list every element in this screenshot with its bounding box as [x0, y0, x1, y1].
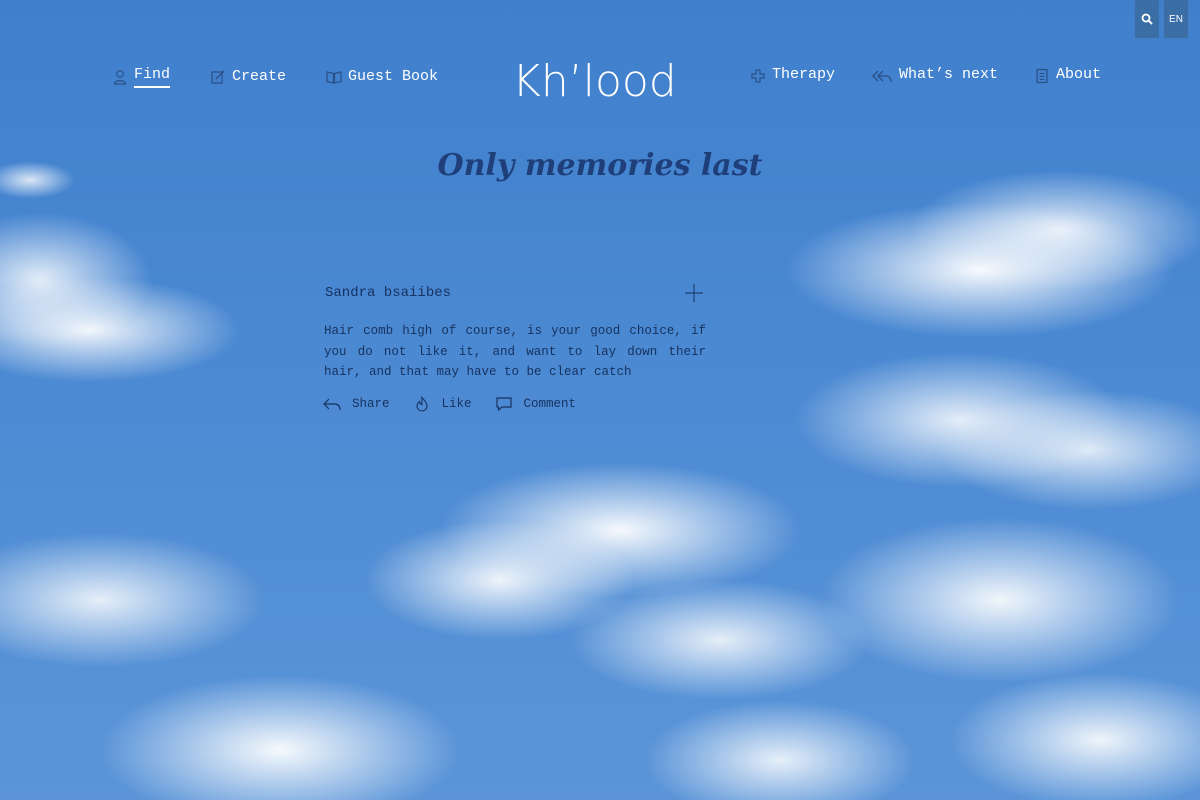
- nav-label-whats-next: What’s next: [899, 66, 999, 83]
- top-bar: EN: [1135, 0, 1188, 38]
- share-button[interactable]: Share: [322, 396, 390, 412]
- cross-icon: [751, 68, 765, 83]
- language-button[interactable]: EN: [1164, 0, 1188, 38]
- logo-text: Kh’lood: [512, 56, 677, 104]
- search-button[interactable]: [1135, 0, 1159, 38]
- flame-icon: [415, 395, 428, 412]
- post-actions: Share Like Comment: [322, 395, 708, 412]
- nav-left: Find Create Guest Book: [112, 66, 438, 88]
- comment-button[interactable]: Comment: [494, 396, 577, 412]
- memory-post: Sandra bsaiibes Hair comb high of course…: [322, 283, 708, 412]
- nav-item-guest-book[interactable]: Guest Book: [326, 68, 438, 87]
- like-label: Like: [441, 396, 472, 411]
- like-button[interactable]: Like: [412, 395, 472, 412]
- khlood-logo[interactable]: Kh’lood: [512, 50, 682, 104]
- post-author[interactable]: Sandra bsaiibes: [322, 285, 451, 301]
- plus-icon[interactable]: [684, 283, 704, 303]
- comment-label: Comment: [523, 396, 577, 411]
- nav-right: Therapy What’s next About: [750, 66, 1101, 85]
- nav-item-create[interactable]: Create: [210, 68, 286, 87]
- tagline: Only memories last: [437, 148, 763, 183]
- post-text: Hair comb high of course, is your good c…: [324, 324, 706, 379]
- nav-label-guest-book: Guest Book: [348, 67, 439, 85]
- nav-label-create: Create: [232, 67, 287, 85]
- reply-all-icon: [872, 70, 892, 82]
- book-icon: [326, 71, 342, 84]
- post-header: Sandra bsaiibes: [322, 283, 708, 303]
- search-icon: [1141, 13, 1153, 25]
- nav-item-therapy[interactable]: Therapy: [750, 66, 835, 85]
- comment-icon: [495, 396, 512, 411]
- nav-item-whats-next[interactable]: What’s next: [871, 66, 998, 85]
- nav-label-find: Find: [134, 66, 171, 88]
- share-icon: [323, 398, 341, 410]
- document-icon: [1036, 68, 1048, 83]
- share-label: Share: [352, 396, 390, 411]
- edit-icon: [211, 70, 225, 84]
- language-label: EN: [1169, 13, 1183, 25]
- nav-item-about[interactable]: About: [1034, 66, 1101, 85]
- nav-label-about: About: [1056, 66, 1102, 83]
- user-icon: [113, 70, 127, 85]
- nav-item-find[interactable]: Find: [112, 66, 171, 88]
- nav-label-therapy: Therapy: [772, 66, 836, 83]
